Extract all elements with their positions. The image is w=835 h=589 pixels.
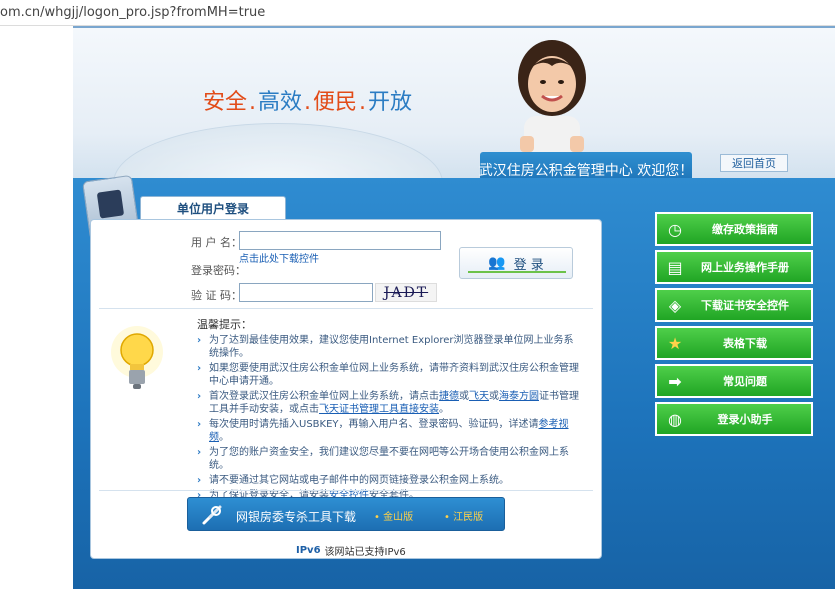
tip-item: 为了达到最佳使用效果，建议您使用Internet Explorer浏览器登录单位… [197, 334, 579, 360]
download-control-link[interactable]: 点击此处下载控件 [239, 250, 319, 265]
side-item-faq[interactable]: ➡ 常见问题 [655, 364, 813, 398]
clock-icon: ◷ [668, 219, 682, 239]
star-icon: ★ [667, 333, 683, 353]
side-menu: ◷ 缴存政策指南 ▤ 网上业务操作手册 ◈ 下载证书安全控件 ★ 表格下载 ➡ … [655, 212, 813, 438]
tip-item: 如果您要使用武汉住房公积金单位网上业务系统，请带齐资料到武汉住房公积金管理中心申… [197, 362, 579, 388]
login-button-label: 登 录 [513, 257, 544, 273]
feitian-link[interactable]: 飞天 [469, 391, 489, 402]
ipv6-logo: IPv6 [296, 545, 321, 556]
users-icon: 👥 [488, 255, 506, 271]
divider [99, 308, 593, 309]
antivirus-tools-download-button[interactable]: 网银房委专杀工具下载 • 金山版 • 江民版 [187, 497, 505, 531]
jinshan-version-link[interactable]: • 金山版 [374, 508, 413, 523]
globe-graphic [113, 123, 443, 178]
divider [99, 490, 593, 491]
slogan: 安全.高效.便民.开放 [203, 90, 413, 115]
username-label: 用 户 名： [191, 236, 242, 249]
slogan-item-3: 便民 [313, 90, 358, 115]
captcha-label: 验 证 码： [191, 289, 242, 302]
side-item-login-helper[interactable]: ◍ 登录小助手 [655, 402, 813, 436]
android-icon: ◍ [668, 409, 682, 429]
address-bar[interactable]: om.cn/whgjj/logon_pro.jsp?fromMH=true [0, 0, 835, 26]
spokesperson-image [518, 40, 586, 161]
jiede-link[interactable]: 捷德 [439, 391, 459, 402]
tips-title: 温馨提示： [197, 318, 252, 331]
tools-icon [202, 505, 222, 525]
side-item-cert-control[interactable]: ◈ 下载证书安全控件 [655, 288, 813, 322]
captcha-input[interactable] [239, 283, 373, 302]
side-item-manual[interactable]: ▤ 网上业务操作手册 [655, 250, 813, 284]
side-item-forms[interactable]: ★ 表格下载 [655, 326, 813, 360]
side-item-policy-guide[interactable]: ◷ 缴存政策指南 [655, 212, 813, 246]
ipv6-notice: IPv6 该网站已支持IPv6 [296, 543, 406, 558]
feitian-install-link[interactable]: 飞天证书管理工具直接安装 [319, 404, 439, 415]
tip-item: 请不要通过其它网站或电子邮件中的网页链接登录公积金网上系统。 [197, 474, 579, 487]
slogan-item-2: 高效 [258, 90, 303, 115]
username-input[interactable] [239, 231, 441, 250]
tip-item: 每次使用时请先插入USBKEY，再输入用户名、登录密码、验证码，详述请参考视频。 [197, 418, 579, 444]
tip-item: 首次登录武汉住房公积金单位网上业务系统，请点击捷德或飞天或海泰方圆证书管理工具并… [197, 390, 579, 416]
tab-unit-login[interactable]: 单位用户登录 [140, 196, 286, 220]
login-panel: 用 户 名： 点击此处下载控件 登录密码： 验 证 码： JADT 👥 登 录 … [90, 219, 602, 559]
haitai-link[interactable]: 海泰方圆 [499, 391, 539, 402]
jiangmin-version-link[interactable]: • 江民版 [444, 508, 483, 523]
ipv6-text: 该网站已支持IPv6 [324, 547, 406, 558]
arrow-icon: ➡ [668, 371, 682, 391]
tip-item: 为了您的账户资金安全，我们建议您尽量不要在网吧等公开场合使用公积金网上系统。 [197, 446, 579, 472]
tools-label: 网银房委专杀工具下载 [236, 510, 357, 524]
home-link[interactable]: 返回首页 [720, 154, 788, 172]
tips-list: 为了达到最佳使用效果，建议您使用Internet Explorer浏览器登录单位… [197, 334, 579, 504]
password-label: 登录密码： [191, 264, 246, 277]
url-text: om.cn/whgjj/logon_pro.jsp?fromMH=true [0, 5, 266, 20]
captcha-image[interactable]: JADT [375, 283, 437, 302]
manual-icon: ▤ [667, 257, 683, 277]
lightbulb-icon [111, 326, 163, 389]
slogan-item-1: 安全 [203, 90, 248, 115]
shield-icon: ◈ [668, 295, 682, 315]
login-button[interactable]: 👥 登 录 [459, 247, 573, 279]
slogan-item-4: 开放 [368, 90, 413, 115]
